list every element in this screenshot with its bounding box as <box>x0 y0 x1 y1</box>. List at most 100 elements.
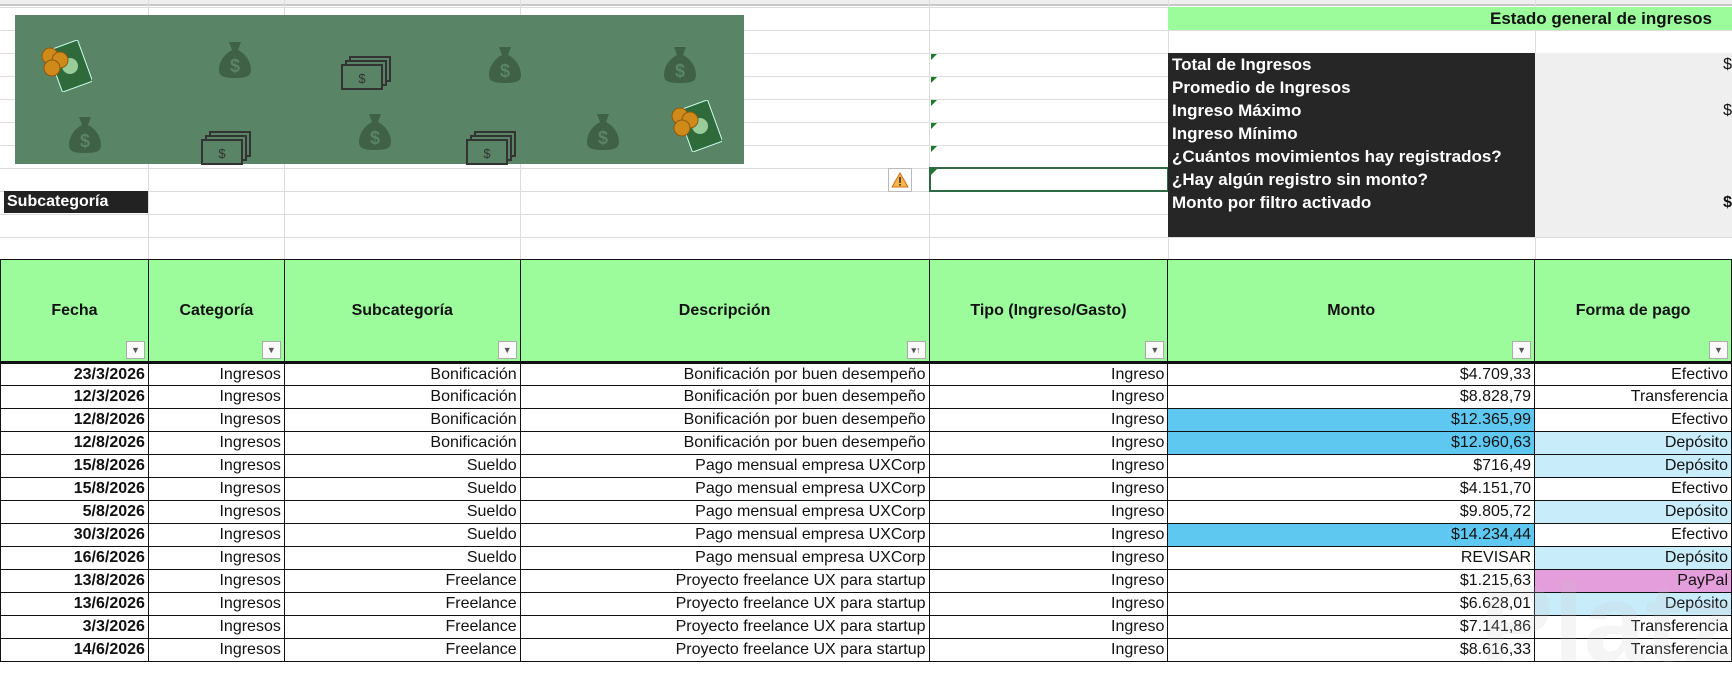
summary-value[interactable]: $ <box>1535 191 1732 214</box>
table-cell[interactable]: Ingreso <box>928 569 1169 593</box>
table-cell[interactable]: Sueldo <box>283 477 521 501</box>
table-cell[interactable]: Ingresos <box>147 477 285 501</box>
table-cell[interactable]: Bonificación <box>283 431 521 455</box>
table-cell[interactable]: Ingresos <box>147 431 285 455</box>
filter-dropdown-icon[interactable]: ▼ <box>1709 341 1728 359</box>
table-cell[interactable]: Pago mensual empresa UXCorp <box>519 523 930 547</box>
table-cell[interactable]: 13/6/2026 <box>0 592 149 616</box>
filter-dropdown-icon[interactable]: ▼ <box>125 341 145 359</box>
table-cell[interactable]: Efectivo <box>1534 523 1732 547</box>
table-cell[interactable]: Transferencia <box>1534 638 1732 662</box>
table-cell[interactable]: Depósito <box>1534 546 1732 570</box>
table-row[interactable]: 14/6/2026 Ingresos Freelance Proyecto freel… <box>0 638 1732 662</box>
table-cell[interactable]: Freelance <box>283 592 521 616</box>
table-cell[interactable]: Depósito <box>1534 500 1732 524</box>
table-cell[interactable]: Ingreso <box>928 362 1169 386</box>
table-cell[interactable]: Bonificación por buen desempeño <box>519 362 930 386</box>
table-cell[interactable]: $8.616,33 <box>1167 638 1536 662</box>
warning-icon[interactable] <box>888 168 912 192</box>
sort-filter-icon[interactable]: ▾↑ <box>906 341 926 359</box>
table-row[interactable]: 12/8/2026 Ingresos Bonificación Bonificació… <box>0 408 1732 432</box>
table-cell[interactable]: Ingresos <box>147 408 285 432</box>
table-cell[interactable]: Proyecto freelance UX para startup <box>519 592 930 616</box>
table-cell[interactable]: Pago mensual empresa UXCorp <box>519 546 930 570</box>
table-cell[interactable]: Efectivo <box>1534 408 1732 432</box>
table-cell[interactable]: 12/8/2026 <box>0 408 149 432</box>
table-cell[interactable]: Ingresos <box>147 500 285 524</box>
filter-dropdown-icon[interactable]: ▼ <box>497 341 517 359</box>
table-row[interactable]: 3/3/2026 Ingresos Freelance Proyecto freela… <box>0 615 1732 639</box>
table-cell[interactable]: Ingreso <box>928 408 1169 432</box>
table-cell[interactable]: Freelance <box>283 638 521 662</box>
table-cell[interactable]: Ingreso <box>928 454 1169 478</box>
summary-value[interactable] <box>1535 145 1732 168</box>
table-cell[interactable]: Ingresos <box>147 592 285 616</box>
table-cell[interactable]: $12.960,63 <box>1167 431 1536 455</box>
table-row[interactable]: 12/8/2026 Ingresos Bonificación Bonificació… <box>0 431 1732 455</box>
table-cell[interactable]: Depósito <box>1534 431 1732 455</box>
table-cell[interactable]: PayPal <box>1534 569 1732 593</box>
table-cell[interactable]: Efectivo <box>1534 362 1732 386</box>
table-cell[interactable]: REVISAR <box>1167 546 1536 570</box>
table-cell[interactable]: Ingreso <box>928 500 1169 524</box>
table-cell[interactable]: Pago mensual empresa UXCorp <box>519 454 930 478</box>
table-cell[interactable]: Bonificación por buen desempeño <box>519 408 930 432</box>
table-cell[interactable]: 12/3/2026 <box>0 385 149 409</box>
table-cell[interactable]: 30/3/2026 <box>0 523 149 547</box>
table-cell[interactable]: 15/8/2026 <box>0 454 149 478</box>
table-cell[interactable]: Ingreso <box>928 385 1169 409</box>
table-cell[interactable]: 3/3/2026 <box>0 615 149 639</box>
table-cell[interactable]: Ingreso <box>928 431 1169 455</box>
table-cell[interactable]: Bonificación <box>283 385 521 409</box>
table-cell[interactable]: Depósito <box>1534 454 1732 478</box>
table-row[interactable]: 23/3/2026 Ingresos Bonificación Bonificació… <box>0 362 1732 386</box>
table-cell[interactable]: $8.828,79 <box>1167 385 1536 409</box>
table-cell[interactable]: Sueldo <box>283 454 521 478</box>
table-cell[interactable]: $716,49 <box>1167 454 1536 478</box>
filter-dropdown-icon[interactable]: ▼ <box>1145 341 1165 359</box>
summary-value[interactable]: $ <box>1535 53 1732 76</box>
table-cell[interactable]: Ingresos <box>147 615 285 639</box>
table-cell[interactable]: Freelance <box>283 615 521 639</box>
table-cell[interactable]: Proyecto freelance UX para startup <box>519 638 930 662</box>
table-cell[interactable]: Ingreso <box>928 546 1169 570</box>
table-row[interactable]: 5/8/2026 Ingresos Sueldo Pago mensual empre… <box>0 500 1732 524</box>
filter-dropdown-icon[interactable]: ▼ <box>261 341 281 359</box>
table-cell[interactable]: $6.628,01 <box>1167 592 1536 616</box>
table-cell[interactable]: $7.141,86 <box>1167 615 1536 639</box>
table-cell[interactable]: Ingresos <box>147 454 285 478</box>
summary-value[interactable] <box>1535 122 1732 145</box>
summary-value[interactable] <box>1535 76 1732 99</box>
table-cell[interactable]: 15/8/2026 <box>0 477 149 501</box>
table-cell[interactable]: $12.365,99 <box>1167 408 1536 432</box>
table-cell[interactable]: Bonificación <box>283 362 521 386</box>
table-cell[interactable]: Ingreso <box>928 523 1169 547</box>
selected-cell[interactable] <box>929 167 1169 192</box>
table-row[interactable]: 13/8/2026 Ingresos Freelance Proyecto freel… <box>0 569 1732 593</box>
table-cell[interactable]: Ingresos <box>147 385 285 409</box>
table-cell[interactable]: 23/3/2026 <box>0 362 149 386</box>
table-cell[interactable]: Freelance <box>283 569 521 593</box>
table-cell[interactable]: Pago mensual empresa UXCorp <box>519 500 930 524</box>
table-row[interactable]: 15/8/2026 Ingresos Sueldo Pago mensual empr… <box>0 454 1732 478</box>
table-cell[interactable]: Pago mensual empresa UXCorp <box>519 477 930 501</box>
table-cell[interactable]: Depósito <box>1534 592 1732 616</box>
table-cell[interactable]: 16/6/2026 <box>0 546 149 570</box>
table-cell[interactable]: Proyecto freelance UX para startup <box>519 615 930 639</box>
table-cell[interactable]: Ingreso <box>928 615 1169 639</box>
table-cell[interactable]: Ingresos <box>147 638 285 662</box>
table-cell[interactable]: $9.805,72 <box>1167 500 1536 524</box>
table-cell[interactable]: Bonificación por buen desempeño <box>519 431 930 455</box>
table-cell[interactable]: 5/8/2026 <box>0 500 149 524</box>
table-cell[interactable]: Ingresos <box>147 569 285 593</box>
table-cell[interactable]: Efectivo <box>1534 477 1732 501</box>
table-cell[interactable]: Sueldo <box>283 546 521 570</box>
table-cell[interactable]: Ingreso <box>928 477 1169 501</box>
table-row[interactable]: 15/8/2026 Ingresos Sueldo Pago mensual empr… <box>0 477 1732 501</box>
table-cell[interactable]: Ingresos <box>147 362 285 386</box>
table-cell[interactable]: 13/8/2026 <box>0 569 149 593</box>
table-cell[interactable]: Transferencia <box>1534 385 1732 409</box>
summary-value[interactable]: $ <box>1535 99 1732 122</box>
table-row[interactable]: 16/6/2026 Ingresos Sueldo Pago mensual empr… <box>0 546 1732 570</box>
table-cell[interactable]: 14/6/2026 <box>0 638 149 662</box>
